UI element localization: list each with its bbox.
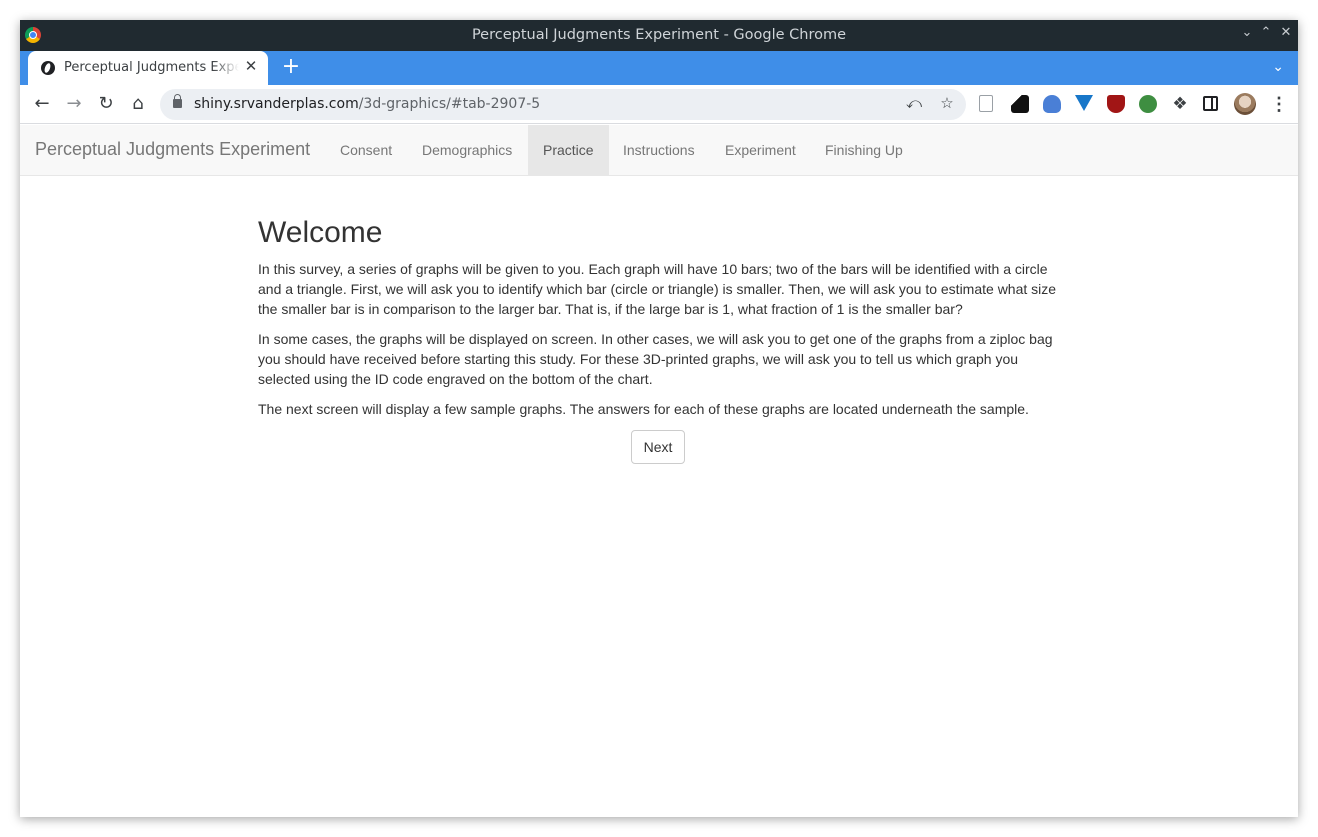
globe-icon: [41, 61, 55, 75]
tab-search-chevron-icon[interactable]: ⌄: [1272, 58, 1284, 75]
home-icon[interactable]: ⌂: [126, 92, 150, 116]
browser-window: Perceptual Judgments Experiment - Google…: [20, 20, 1298, 817]
close-window-icon[interactable]: ✕: [1278, 25, 1294, 40]
app-navbar: Perceptual Judgments Experiment Consent …: [20, 125, 1298, 176]
forward-icon[interactable]: →: [62, 92, 86, 116]
url-text[interactable]: shiny.srvanderplas.com/3d-graphics/#tab-…: [194, 96, 540, 112]
new-tab-button[interactable]: +: [280, 55, 302, 79]
page-title: Welcome: [258, 216, 383, 249]
tab-demographics[interactable]: Demographics: [407, 125, 527, 175]
profile-avatar[interactable]: [1234, 93, 1256, 115]
url-host: shiny.srvanderplas.com: [194, 96, 359, 112]
tab-practice[interactable]: Practice: [528, 125, 609, 175]
green-extension-icon[interactable]: [1139, 95, 1157, 113]
tab-experiment[interactable]: Experiment: [710, 125, 811, 175]
button-row: Next: [258, 430, 1058, 464]
browser-toolbar: ← → ↻ ⌂ shiny.srvanderplas.com/3d-graphi…: [20, 85, 1298, 124]
bookmark-star-icon[interactable]: ☆: [937, 94, 957, 114]
browser-tab[interactable]: Perceptual Judgments Experiment ✕: [28, 51, 268, 85]
ublock-shield-icon[interactable]: [1107, 95, 1125, 113]
dark-extension-icon[interactable]: [1011, 95, 1029, 113]
menu-kebab-icon[interactable]: ⋮: [1270, 92, 1288, 116]
url-path: /3d-graphics/#tab-2907-5: [358, 96, 541, 112]
minimize-icon[interactable]: ⌄: [1239, 25, 1255, 40]
tab-close-icon[interactable]: ✕: [242, 58, 260, 76]
tab-strip: Perceptual Judgments Experiment ✕ + ⌄: [20, 51, 1298, 85]
document-extension-icon[interactable]: [979, 95, 993, 112]
back-icon[interactable]: ←: [30, 92, 54, 116]
tab-finishing-up[interactable]: Finishing Up: [810, 125, 918, 175]
main-content: Welcome In this survey, a series of grap…: [258, 176, 1058, 464]
maximize-icon[interactable]: ⌃: [1258, 25, 1274, 40]
next-screen-paragraph: The next screen will display a few sampl…: [258, 401, 1029, 417]
address-bar[interactable]: shiny.srvanderplas.com/3d-graphics/#tab-…: [160, 89, 966, 120]
title-bar: Perceptual Judgments Experiment - Google…: [20, 20, 1298, 51]
window-title: Perceptual Judgments Experiment - Google…: [471, 27, 847, 43]
extensions-puzzle-icon[interactable]: ❖: [1168, 92, 1192, 116]
navbar-brand[interactable]: Perceptual Judgments Experiment: [35, 139, 310, 160]
side-panel-icon[interactable]: [1203, 96, 1218, 111]
graphs-paragraph: In some cases, the graphs will be displa…: [258, 331, 1053, 387]
tab-consent[interactable]: Consent: [325, 125, 407, 175]
share-icon[interactable]: ⤺: [904, 94, 924, 114]
lock-icon[interactable]: [173, 94, 182, 108]
graduation-cap-extension-icon[interactable]: [1043, 95, 1061, 113]
tab-instructions[interactable]: Instructions: [608, 125, 710, 175]
tab-title: Perceptual Judgments Experiment: [64, 60, 239, 75]
v-extension-icon[interactable]: [1075, 95, 1093, 111]
intro-paragraph: In this survey, a series of graphs will …: [258, 261, 1057, 317]
reload-icon[interactable]: ↻: [94, 92, 118, 116]
next-button[interactable]: Next: [630, 430, 686, 464]
